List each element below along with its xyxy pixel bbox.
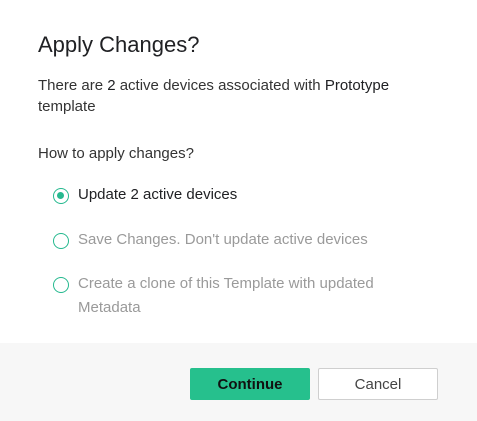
option-save-without-update[interactable]: Save Changes. Don't update active device… [53, 231, 368, 252]
apply-changes-dialog: Apply Changes? There are 2 active device… [0, 0, 477, 421]
template-name: Prototype [324, 77, 390, 94]
option-label: Save Changes. Don't update active device… [78, 231, 368, 248]
dialog-footer: Continue Cancel [0, 343, 477, 421]
description-text-1: There are [38, 77, 108, 94]
description-text-3: template [38, 98, 96, 115]
option-label: Update 2 active devices [78, 186, 238, 203]
description-text-2: active devices associated with [115, 77, 325, 94]
dialog-title: Apply Changes? [38, 32, 200, 57]
apply-question: How to apply changes? [38, 145, 194, 162]
option-update-active-devices[interactable]: Update 2 active devices [53, 186, 237, 207]
option-clone-template[interactable]: Create a clone of this Template with upd… [53, 275, 413, 320]
radio-checked-icon[interactable] [53, 188, 69, 204]
dialog-description: There are 2 active devices associated wi… [38, 75, 398, 117]
radio-unchecked-icon[interactable] [53, 277, 69, 293]
device-count: 2 [107, 77, 116, 94]
radio-unchecked-icon[interactable] [53, 233, 69, 249]
option-label: Create a clone of this Template with upd… [78, 275, 374, 316]
cancel-button[interactable]: Cancel [318, 368, 438, 400]
continue-button[interactable]: Continue [190, 368, 310, 400]
